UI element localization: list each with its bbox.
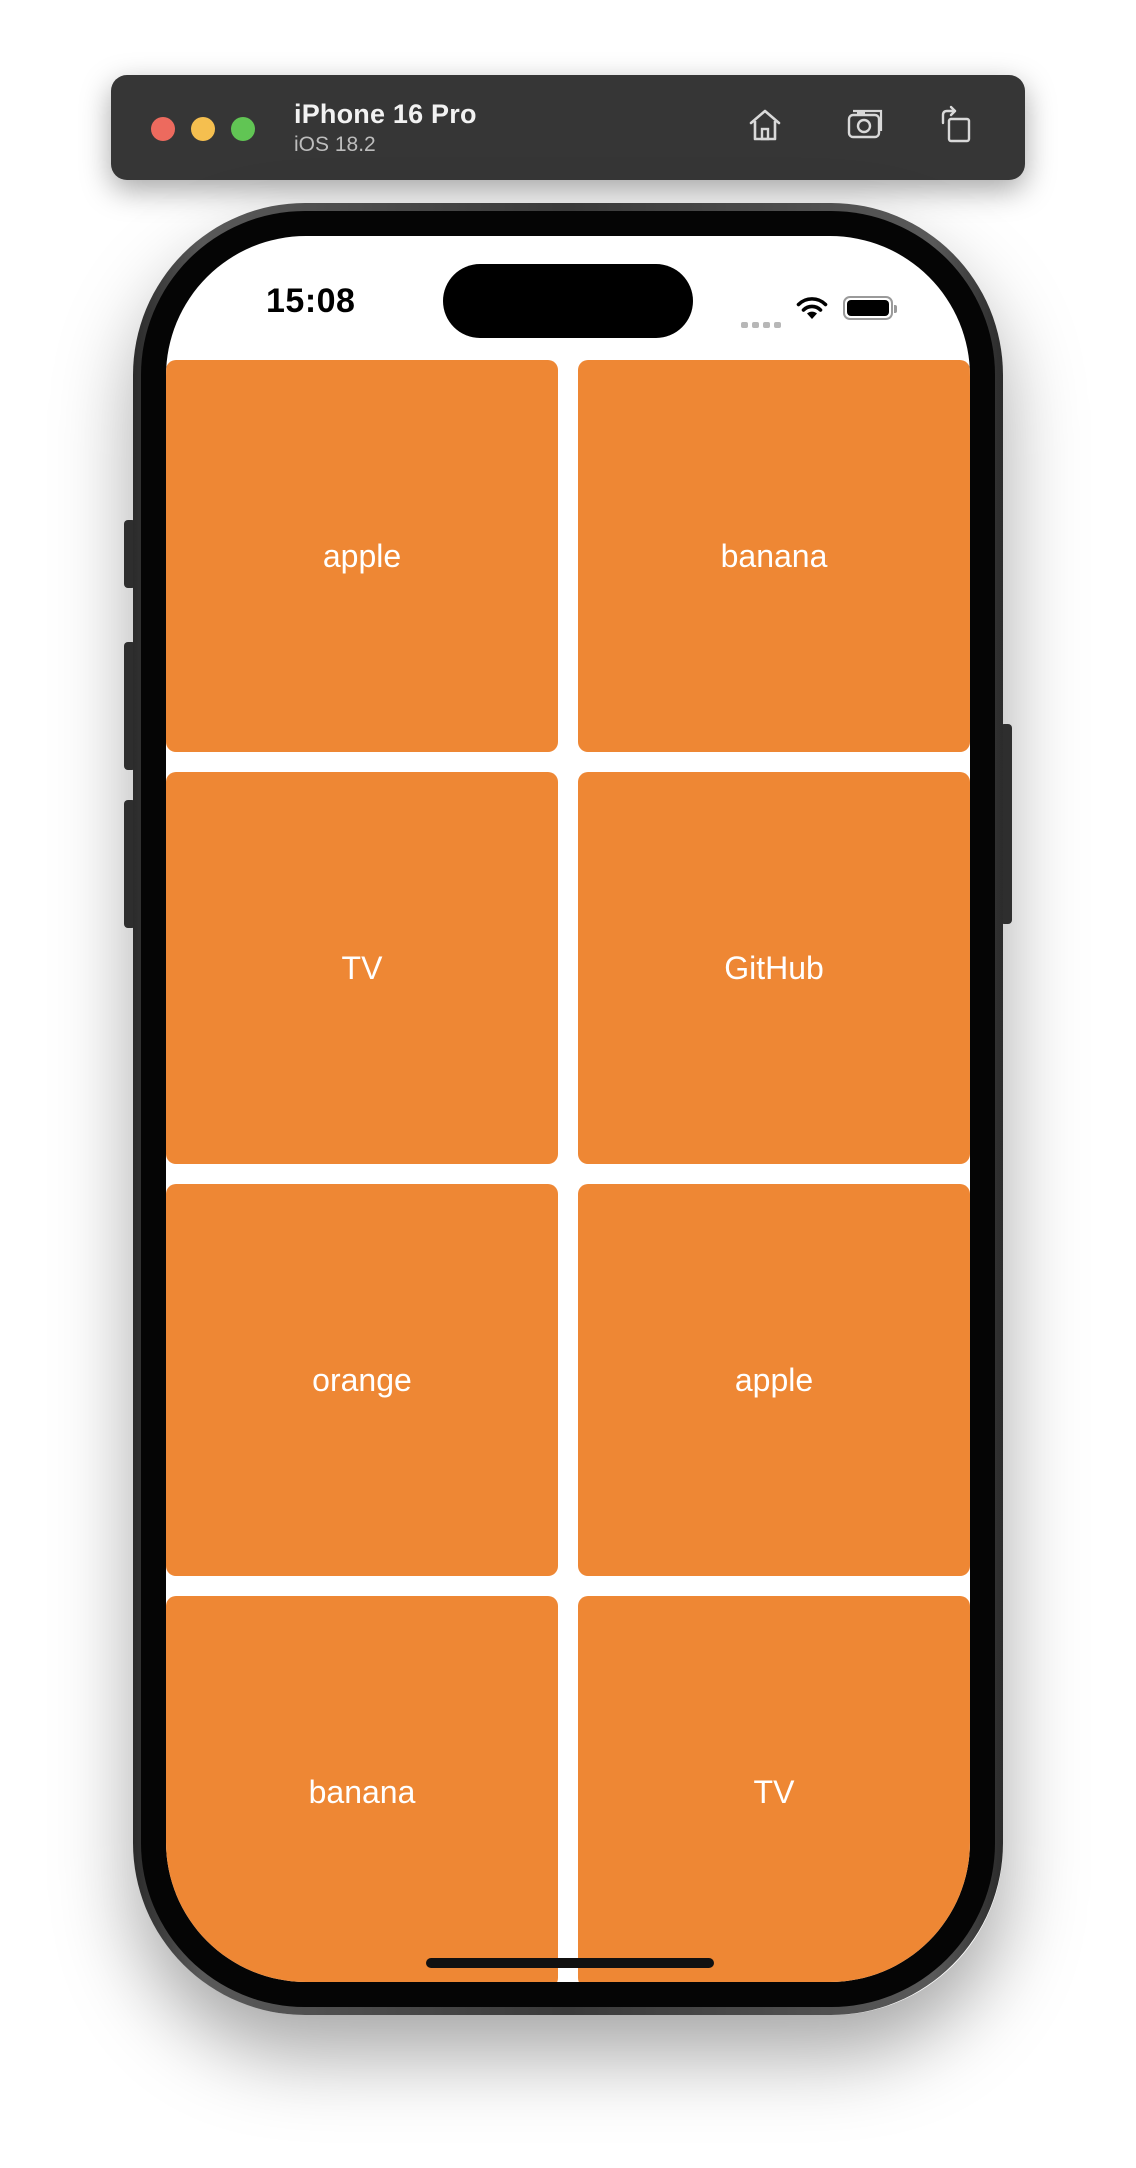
rotate-icon: [933, 103, 977, 152]
tile-label: banana: [720, 537, 828, 574]
tile-label: banana: [308, 1773, 416, 1810]
status-icons: [741, 288, 897, 328]
cellular-signal-icon: [741, 288, 781, 328]
window-zoom-button[interactable]: [231, 117, 255, 141]
home-button[interactable]: [737, 99, 793, 155]
grid-tile[interactable]: TV: [578, 1596, 970, 1982]
phone-screen: 15:08 apple banana TV GitHub orange appl…: [166, 236, 970, 1982]
status-time: 15:08: [266, 282, 356, 320]
grid-tile[interactable]: banana: [166, 1596, 558, 1982]
home-indicator[interactable]: [426, 1958, 714, 1968]
battery-icon: [843, 296, 897, 320]
tile-label: TV: [341, 949, 383, 986]
screenshot-button[interactable]: [837, 99, 893, 155]
tile-label: apple: [734, 1361, 814, 1398]
simulator-stage: iPhone 16 Pro iOS 18.2 15:08 apple banan…: [0, 0, 1136, 2168]
camera-icon: [843, 103, 887, 152]
grid-tile[interactable]: orange: [166, 1184, 558, 1576]
device-name: iPhone 16 Pro: [294, 99, 477, 129]
os-version: iOS 18.2: [294, 133, 376, 156]
tile-label: orange: [312, 1361, 412, 1398]
tile-label: GitHub: [724, 949, 824, 986]
grid-tile[interactable]: TV: [166, 772, 558, 1164]
tile-label: TV: [753, 1773, 795, 1810]
grid-tile[interactable]: GitHub: [578, 772, 970, 1164]
tile-label: apple: [322, 537, 402, 574]
rotate-button[interactable]: [927, 99, 983, 155]
dynamic-island: [443, 264, 693, 338]
grid-tile[interactable]: apple: [166, 360, 558, 752]
window-minimize-button[interactable]: [191, 117, 215, 141]
simulator-toolbar: iPhone 16 Pro iOS 18.2: [111, 75, 1025, 180]
window-close-button[interactable]: [151, 117, 175, 141]
grid-tile[interactable]: banana: [578, 360, 970, 752]
item-grid: apple banana TV GitHub orange apple bana…: [166, 360, 970, 1982]
wifi-icon: [795, 295, 829, 321]
house-icon: [743, 103, 787, 152]
grid-tile[interactable]: apple: [578, 1184, 970, 1576]
